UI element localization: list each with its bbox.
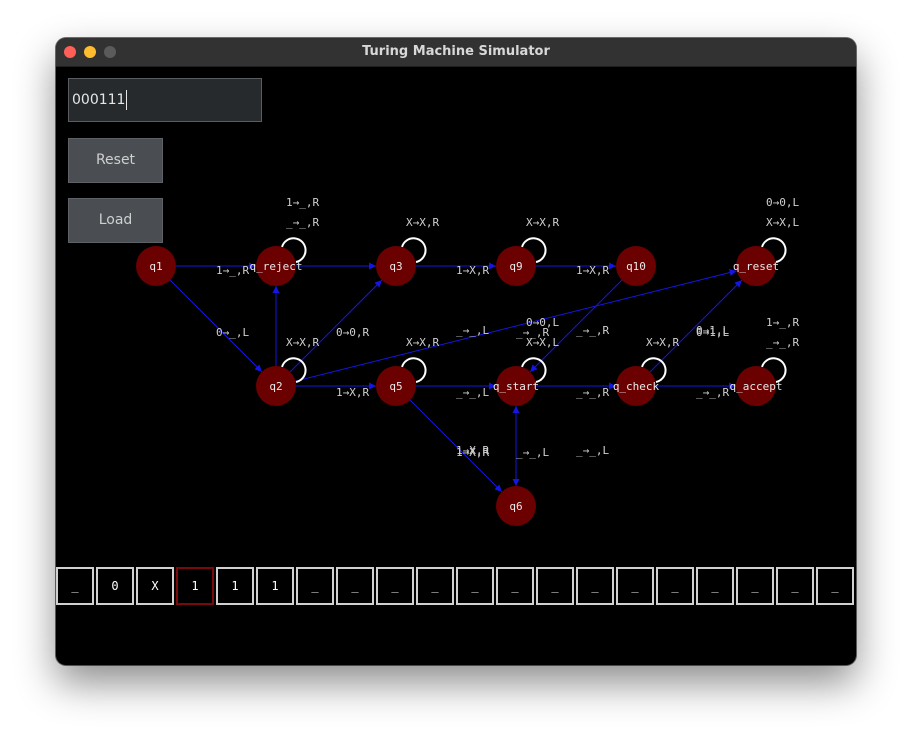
transition-label: 1→X,R [456, 444, 489, 457]
loop-label: 1→_,R [766, 316, 799, 329]
state-label: q_start [493, 380, 539, 393]
state-label: q9 [509, 260, 522, 273]
tape-cell: _ [536, 567, 574, 605]
state-label: q10 [626, 260, 646, 273]
tape-cell: _ [816, 567, 854, 605]
title-bar: Turing Machine Simulator [56, 38, 856, 67]
tape-cell: _ [656, 567, 694, 605]
tape-cell: 0 [96, 567, 134, 605]
tape-cell: _ [296, 567, 334, 605]
window-title: Turing Machine Simulator [362, 44, 550, 59]
transition-label: _→_,R [576, 386, 609, 399]
state-label: q_check [613, 380, 660, 393]
tape-cell: _ [456, 567, 494, 605]
state-label: q2 [269, 380, 282, 393]
tape-cell: 1 [256, 567, 294, 605]
tape-cell: _ [496, 567, 534, 605]
tape-cell: X [136, 567, 174, 605]
tape-cell: _ [736, 567, 774, 605]
transition-label: 1→X,R [456, 264, 489, 277]
tape-cell: _ [616, 567, 654, 605]
transition-label: _→_,L [456, 324, 489, 337]
tape-cell: _ [56, 567, 94, 605]
state-label: q6 [509, 500, 522, 513]
transition-label: 0→1,L [696, 324, 729, 337]
loop-label: 1→_,R [286, 196, 319, 209]
loop-label: 0→0,L [766, 196, 799, 209]
loop-label: X→X,L [526, 336, 559, 349]
transition-label: 0→_,L [216, 326, 249, 339]
transition-label: 0→0,R [336, 326, 369, 339]
tape-cell: _ [776, 567, 814, 605]
loop-label: _→_,R [766, 336, 799, 349]
transition-label: _→_,R [696, 386, 729, 399]
state-label: q3 [389, 260, 402, 273]
transition-label: _→_,L [516, 446, 549, 459]
transition-label: _→_,L [576, 444, 609, 457]
loop-label: X→X,L [766, 216, 799, 229]
state-label: q_accept [730, 380, 783, 393]
app-window: Turing Machine Simulator 000111 Reset Lo… [56, 38, 856, 665]
tape-cell: 1 [216, 567, 254, 605]
transition-label: 1→_,R [216, 264, 249, 277]
state-label: q_reset [733, 260, 779, 273]
tape-cell: _ [416, 567, 454, 605]
transition-label: _→_,R [576, 324, 609, 337]
loop-label: X→X,R [406, 216, 439, 229]
loop-label: X→X,R [286, 336, 319, 349]
tape-cell: _ [696, 567, 734, 605]
state-label: q1 [149, 260, 162, 273]
state-diagram: 1→_,R 0→_,L 1→X,R 1→X,R 0→0,R 1→X,R 0→0,L _→_,R… [136, 196, 799, 526]
loop-label: X→X,R [526, 216, 559, 229]
tape-strip: _ 0 X 1 1 1 _ _ _ _ _ _ _ _ _ _ _ _ _ _ [56, 567, 856, 605]
tape-cell: _ [576, 567, 614, 605]
transition-arrow [155, 265, 263, 373]
state-label: q_reject [250, 260, 303, 273]
tape-cell-head: 1 [176, 567, 214, 605]
transition-label: 1→X,R [336, 386, 369, 399]
transition-arrow [395, 385, 503, 493]
tape-cell: _ [376, 567, 414, 605]
loop-label: X→X,R [646, 336, 679, 349]
loop-label: X→X,R [406, 336, 439, 349]
transition-label: _→_,L [456, 386, 489, 399]
loop-label: _→_,R [286, 216, 319, 229]
state-label: q5 [389, 380, 402, 393]
tape-cell: _ [336, 567, 374, 605]
transition-label: 1→X,R [576, 264, 609, 277]
